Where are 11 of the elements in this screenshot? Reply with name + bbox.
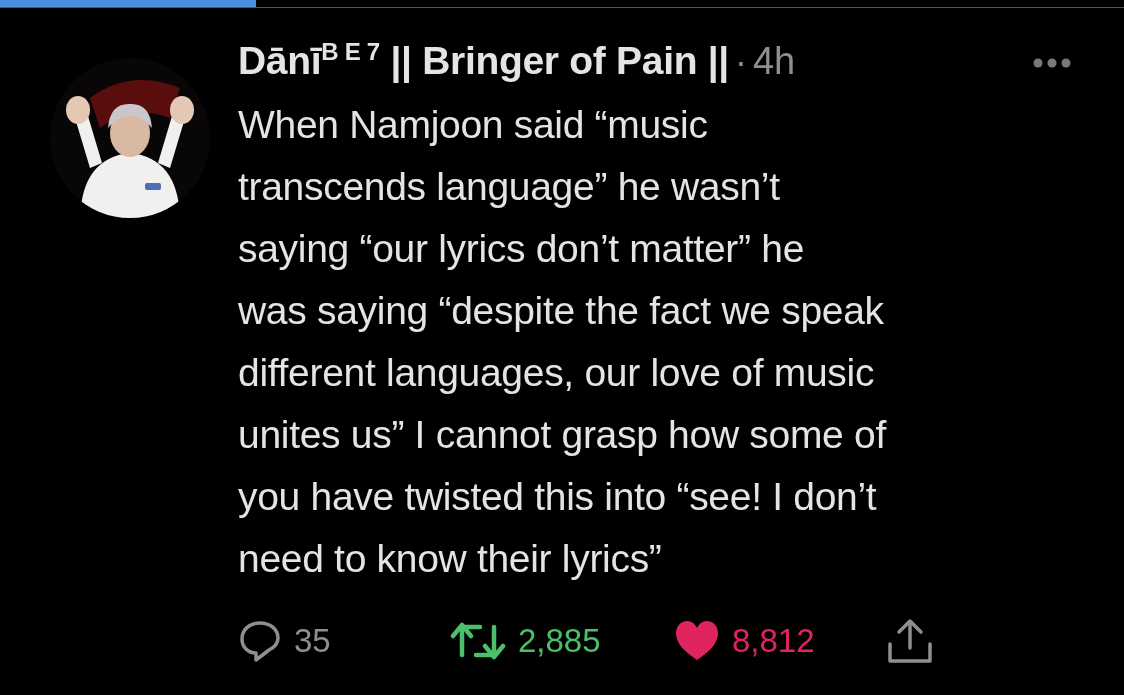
more-icon[interactable] <box>1032 57 1072 69</box>
speech-bubble-icon[interactable] <box>238 619 282 663</box>
tweet-time: 4h <box>752 40 796 83</box>
reply-count: 35 <box>294 622 331 660</box>
author-name: Dānī$^{B E 7}$ || Bringer of Pain || <box>238 38 729 83</box>
like-count: 8,812 <box>732 622 815 660</box>
heart-icon[interactable] <box>674 620 720 662</box>
separator: · <box>734 41 747 83</box>
retweet-count: 2,885 <box>518 622 601 660</box>
share-icon[interactable] <box>886 618 934 664</box>
tweet-text: When Namjoon said “music transcends language” he wasn’t saying “our lyrics don’t matter” he was saying “despite the fact we speak different languages, our love of music unites us” I cannot grasp how some of you have twisted this into “see! I don’t need to know their lyrics” <box>238 102 888 582</box>
